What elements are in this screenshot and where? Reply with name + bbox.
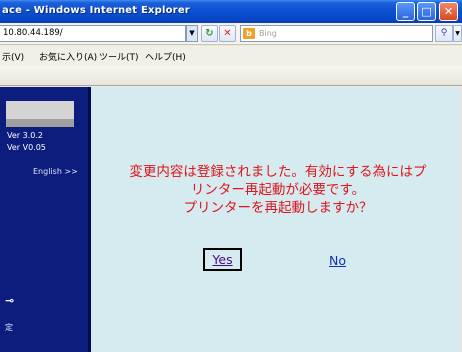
stop-icon[interactable]: ✕ — [219, 25, 236, 42]
page-content: Ver 3.0.2 Ver V0.05 English >> ⊸ 定 変更内容は… — [0, 87, 462, 352]
minimize-button[interactable]: _ — [396, 2, 415, 21]
message-line-1: 変更内容は登録されました。有効にする為にはプ — [129, 164, 427, 180]
yes-button[interactable]: Yes — [203, 248, 242, 271]
english-link[interactable]: English >> — [33, 167, 78, 176]
sidebar: Ver 3.0.2 Ver V0.05 English >> ⊸ 定 — [0, 87, 91, 352]
version-text-1: Ver 3.0.2 — [7, 131, 43, 140]
search-dropdown-icon[interactable]: ▼ — [453, 25, 462, 42]
menu-view[interactable]: 示(V) — [2, 50, 24, 63]
title-bar: ace - Windows Internet Explorer _ □ ✕ — [0, 0, 462, 23]
tab-toolbar — [0, 66, 462, 86]
menu-help[interactable]: ヘルプ(H) — [145, 50, 186, 63]
menu-bar: 示(V) お気に入り(A) ツール(T) ヘルプ(H) — [0, 46, 462, 66]
no-link[interactable]: No — [329, 253, 346, 268]
restart-message: 変更内容は登録されました。有効にする為にはプ リンター再起動が必要です。 プリン… — [98, 163, 458, 217]
maximize-button[interactable]: □ — [417, 2, 436, 21]
url-dropdown-icon[interactable]: ▼ — [186, 25, 198, 42]
message-line-3: プリンターを再起動しますか？ — [183, 200, 373, 216]
search-placeholder: Bing — [259, 29, 277, 38]
menu-favorites[interactable]: お気に入り(A) — [39, 50, 97, 63]
address-bar: 10.80.44.189/ ▼ ↻ ✕ b Bing ⚲ ▼ — [0, 23, 462, 45]
settings-link[interactable]: 定 — [5, 322, 13, 333]
refresh-icon[interactable]: ↻ — [201, 25, 218, 42]
search-go-icon[interactable]: ⚲ — [435, 25, 453, 42]
key-icon[interactable]: ⊸ — [5, 294, 14, 307]
window-title: ace - Windows Internet Explorer — [2, 5, 190, 16]
menu-tools[interactable]: ツール(T) — [99, 50, 139, 63]
url-input[interactable]: 10.80.44.189/ — [0, 25, 186, 42]
close-button[interactable]: ✕ — [439, 2, 458, 21]
search-input[interactable]: b Bing — [240, 25, 433, 42]
sidebar-banner — [6, 101, 74, 127]
message-line-2: リンター再起動が必要です。 — [190, 182, 366, 198]
bing-logo-icon: b — [243, 28, 255, 39]
version-text-2: Ver V0.05 — [7, 143, 46, 152]
sidebar-divider — [88, 87, 91, 352]
